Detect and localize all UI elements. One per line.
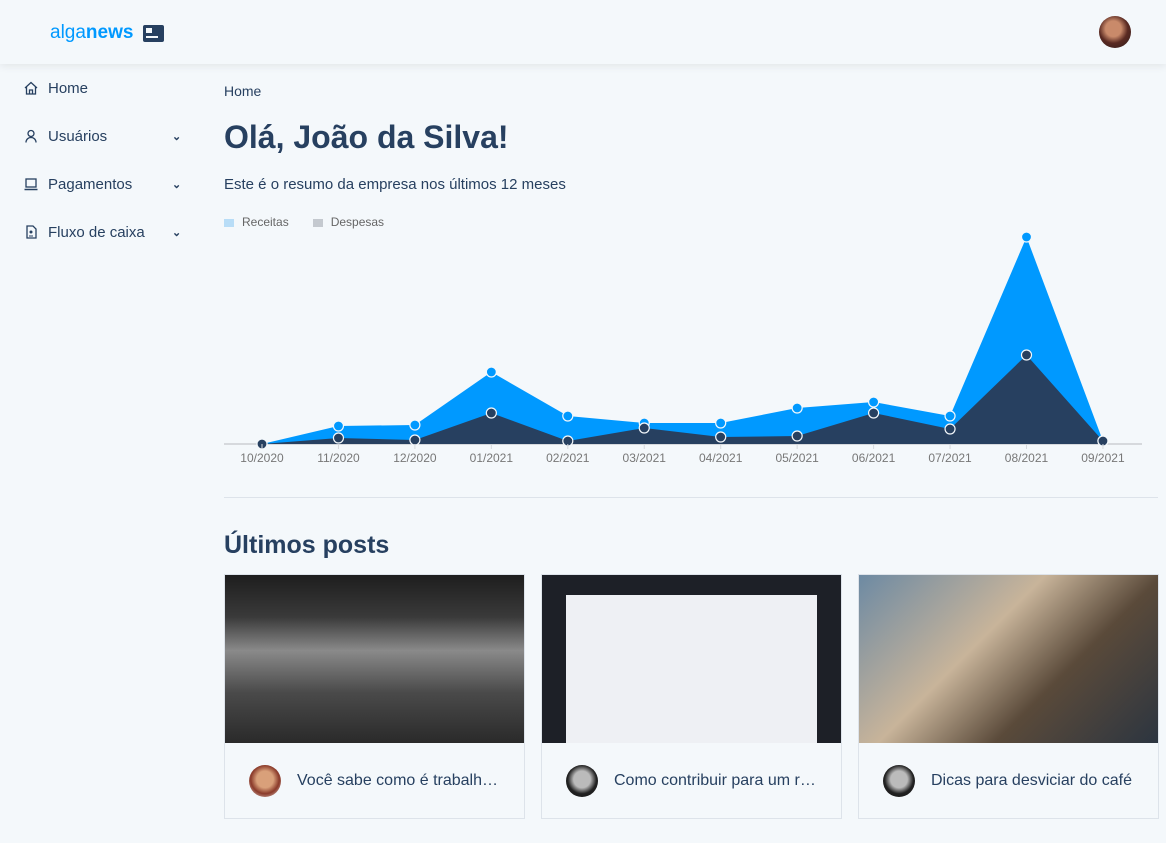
data-point-receitas[interactable] (944, 410, 956, 422)
chevron-down-icon: ⌄ (172, 178, 182, 191)
post-title: Você sabe como é trabalh… (297, 771, 499, 789)
sidebar: Home Usuários ⌄ Pagamentos ⌄ Fluxo de caix… (0, 64, 200, 256)
legend-label: Receitas (242, 215, 289, 229)
data-point-despesas[interactable] (409, 434, 421, 446)
data-point-despesas[interactable] (944, 423, 956, 435)
logo-text-light: alga (50, 22, 86, 43)
chart-legend: Receitas Despesas (224, 215, 384, 229)
post-thumbnail (859, 575, 1158, 743)
sidebar-item-fluxo-de-caixa[interactable]: Fluxo de caixa ⌄ (0, 208, 200, 256)
data-point-despesas[interactable] (638, 422, 650, 434)
chevron-down-icon: ⌄ (172, 226, 182, 239)
post-card[interactable]: Dicas para desviciar do café (858, 574, 1159, 819)
post-card[interactable]: Como contribuir para um r… (541, 574, 842, 819)
sidebar-item-label: Pagamentos (48, 175, 133, 193)
data-point-despesas[interactable] (332, 432, 345, 444)
data-point-receitas[interactable] (409, 419, 421, 431)
data-point-despesas[interactable] (1020, 349, 1033, 361)
home-icon (24, 81, 38, 95)
page-subtitle: Este é o resumo da empresa nos últimos 1… (224, 176, 566, 193)
legend-swatch (312, 218, 323, 227)
data-point-receitas[interactable] (791, 402, 803, 414)
x-tick-label: 07/2021 (928, 451, 972, 465)
legend-item-despesas[interactable]: Despesas (312, 215, 385, 229)
legend-item-receitas[interactable]: Receitas (224, 215, 289, 229)
data-point-despesas[interactable] (715, 431, 727, 443)
author-avatar (566, 764, 598, 797)
sidebar-item-label: Fluxo de caixa (48, 223, 145, 241)
x-tick-label: 10/2020 (240, 451, 284, 465)
data-point-receitas[interactable] (485, 366, 497, 378)
user-icon (25, 129, 37, 143)
author-avatar (249, 764, 281, 797)
posts-section-title: Últimos posts (224, 531, 390, 559)
data-point-receitas[interactable] (715, 417, 727, 429)
top-header: alga news (0, 0, 1166, 64)
data-point-receitas[interactable] (562, 410, 574, 422)
data-point-despesas[interactable] (791, 430, 803, 442)
post-title: Dicas para desviciar do café (931, 771, 1132, 789)
logo-text-bold: news (85, 22, 134, 43)
x-tick-label: 05/2021 (775, 451, 819, 465)
sidebar-item-label: Usuários (48, 127, 108, 145)
area-chart: 10/2020 11/2020 12/2020 01/2021 02/2021 03/20… (224, 231, 1142, 465)
x-tick-label: 11/2020 (317, 451, 360, 465)
breadcrumb[interactable]: Home (224, 83, 261, 99)
post-thumbnail (542, 575, 841, 743)
logo[interactable]: alga news (50, 22, 165, 44)
data-point-receitas[interactable] (332, 420, 345, 432)
x-tick-label: 12/2020 (393, 451, 437, 465)
x-tick-label: 01/2021 (470, 451, 514, 465)
data-point-receitas[interactable] (867, 396, 880, 408)
author-avatar (883, 764, 915, 797)
x-tick-label: 04/2021 (699, 451, 743, 465)
legend-swatch (224, 218, 234, 227)
sidebar-item-home[interactable]: Home (0, 64, 200, 112)
chevron-down-icon: ⌄ (172, 130, 182, 143)
x-tick-label: 08/2021 (1005, 451, 1049, 465)
post-title: Como contribuir para um r… (614, 771, 816, 789)
x-tick-label: 09/2021 (1081, 451, 1125, 465)
sidebar-item-label: Home (48, 79, 89, 97)
legend-label: Despesas (330, 215, 385, 229)
document-icon (26, 225, 37, 239)
x-tick-label: 03/2021 (623, 451, 667, 465)
divider (224, 497, 1158, 498)
data-point-receitas[interactable] (1020, 231, 1033, 243)
page-title: Olá, João da Silva! (224, 119, 509, 155)
post-card[interactable]: Você sabe como é trabalh… (224, 574, 525, 819)
newspaper-icon (143, 24, 165, 42)
user-avatar[interactable] (1099, 16, 1131, 48)
data-point-despesas[interactable] (485, 407, 497, 419)
laptop-icon (24, 178, 38, 191)
sidebar-item-pagamentos[interactable]: Pagamentos ⌄ (0, 160, 200, 208)
data-point-despesas[interactable] (867, 407, 880, 419)
post-thumbnail (225, 575, 524, 743)
x-tick-label: 06/2021 (852, 451, 896, 465)
posts-list: Você sabe como é trabalh… Como contribui… (224, 574, 1159, 819)
sidebar-item-usuarios[interactable]: Usuários ⌄ (0, 112, 200, 160)
x-tick-label: 02/2021 (546, 451, 590, 465)
